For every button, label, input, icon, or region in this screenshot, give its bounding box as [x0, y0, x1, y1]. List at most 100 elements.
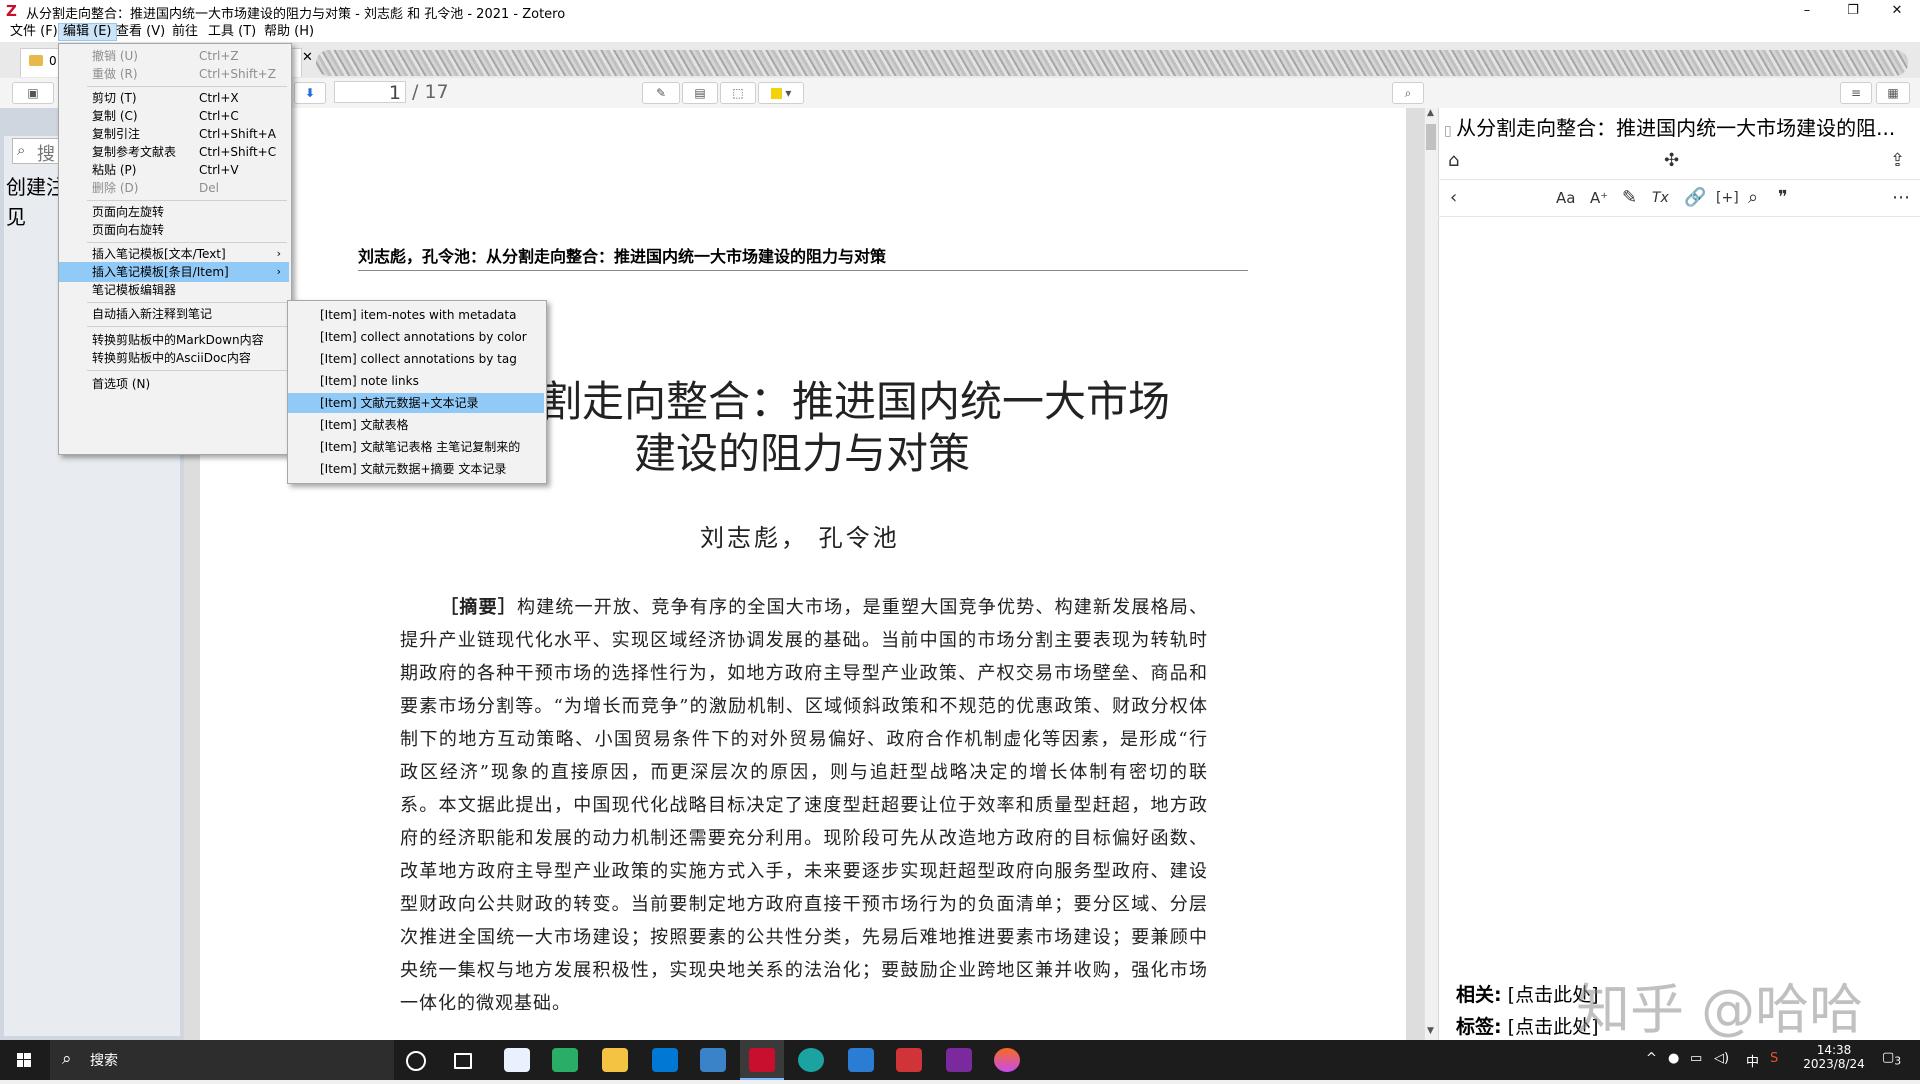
volume-icon[interactable]: ◁) — [1714, 1051, 1729, 1066]
minimize-button[interactable]: – — [1784, 0, 1830, 22]
store-icon[interactable] — [652, 1048, 678, 1072]
text-format-icon[interactable]: Aa — [1556, 188, 1575, 208]
submenu-item[interactable]: [Item] note links — [288, 371, 544, 391]
menu-view[interactable]: 查看 (V) — [112, 24, 169, 40]
clear-format-icon[interactable]: Tx — [1652, 188, 1669, 208]
highlight-icon[interactable]: ✎ — [1622, 188, 1637, 208]
mindmap-icon[interactable]: ✣ — [1664, 151, 1679, 171]
context-pane-icon[interactable]: ≡ — [1840, 82, 1872, 104]
submenu-item[interactable]: [Item] 文献笔记表格 主笔记复制来的 — [288, 437, 544, 457]
scroll-up-icon[interactable]: ▲ — [1427, 108, 1434, 118]
share-icon[interactable]: ⇪ — [1890, 151, 1905, 171]
hint-line-2: 见 — [6, 205, 26, 229]
highlight-tool-icon[interactable]: ✎ — [642, 82, 680, 104]
home-icon[interactable]: ⌂ — [1448, 151, 1459, 171]
wechat-tray-icon[interactable]: ● — [1668, 1051, 1679, 1066]
menu-copy[interactable]: 复制 (C) Ctrl+C — [59, 106, 289, 126]
menu-redo[interactable]: 重做 (R) Ctrl+Shift+Z — [59, 64, 289, 84]
link-icon[interactable]: 🔗 — [1684, 188, 1706, 208]
menu-template-editor[interactable]: 笔记模板编辑器 — [59, 280, 289, 300]
wps-icon[interactable] — [896, 1048, 922, 1072]
toggle-sidebar-icon[interactable]: ▣ — [12, 82, 54, 104]
app-icon[interactable] — [700, 1048, 726, 1072]
menu-copy-citation[interactable]: 复制引注 Ctrl+Shift+A — [59, 124, 289, 144]
zotero-taskbar-button[interactable] — [740, 1040, 784, 1080]
header-rule — [358, 270, 1248, 271]
pen-app-icon[interactable] — [946, 1048, 972, 1072]
folder-icon — [29, 55, 43, 66]
menu-cut[interactable]: 剪切 (T) Ctrl+X — [59, 88, 289, 108]
notes-pane-icon[interactable]: ▦ — [1876, 82, 1910, 104]
search-icon: ⌕ — [62, 1049, 72, 1069]
hint-line-1: 创建注 — [6, 175, 60, 199]
file-explorer-icon[interactable] — [602, 1048, 628, 1072]
tray-expand-icon[interactable]: ^ — [1646, 1051, 1657, 1066]
menu-separator — [87, 302, 287, 303]
menu-insert-item-template[interactable]: 插入笔记模板[条目/Item] › — [59, 262, 289, 282]
menu-convert-markdown[interactable]: 转换剪贴板中的MarkDown内容 — [59, 330, 289, 350]
font-size-icon[interactable]: A⁺ — [1590, 188, 1608, 208]
submenu-item[interactable]: [Item] 文献表格 — [288, 415, 544, 435]
menu-insert-text-template[interactable]: 插入笔记模板[文本/Text] › — [59, 244, 289, 264]
submenu-item[interactable]: [Item] collect annotations by color — [288, 327, 544, 347]
watermark: 知乎 @哈哈 — [1576, 978, 1864, 1041]
menu-help[interactable]: 帮助 (H) — [260, 24, 318, 40]
pdf-scrollbar[interactable]: ▲ ▼ — [1424, 108, 1439, 1040]
browser-icon[interactable] — [994, 1048, 1020, 1072]
pdf-scrollbar-thumb[interactable] — [1426, 124, 1436, 150]
wechat-icon[interactable] — [552, 1048, 578, 1072]
network-icon[interactable]: ▭ — [1690, 1051, 1702, 1066]
submenu-item[interactable]: [Item] item-notes with metadata — [288, 305, 544, 325]
submenu-item-selected[interactable]: [Item] 文献元数据+文本记录 — [288, 393, 544, 413]
more-icon[interactable]: ⋯ — [1892, 188, 1910, 208]
cortana-icon[interactable] — [406, 1051, 426, 1071]
ime-indicator[interactable]: 中 — [1746, 1051, 1759, 1070]
note-tool-icon[interactable]: ▤ — [682, 82, 718, 104]
menu-rotate-left[interactable]: 页面向左旋转 — [59, 202, 289, 222]
menu-rotate-right[interactable]: 页面向右旋转 — [59, 220, 289, 240]
menu-edit[interactable]: 编辑 (E) — [58, 23, 117, 41]
start-button[interactable] — [0, 1040, 48, 1080]
find-icon[interactable]: ⌕ — [1392, 82, 1424, 104]
quote-icon[interactable]: ❞ — [1778, 188, 1788, 208]
insert-citation-icon[interactable]: [+] — [1716, 188, 1739, 208]
clock[interactable]: 14:38 2023/8/24 — [1800, 1043, 1868, 1071]
page-total: / 17 — [412, 81, 449, 103]
scroll-down-icon[interactable]: ▼ — [1427, 1026, 1434, 1036]
todo-icon[interactable] — [848, 1048, 874, 1072]
menu-delete[interactable]: 删除 (D) Del — [59, 178, 289, 198]
menu-bar: 文件 (F) 编辑 (E) 查看 (V) 前往 工具 (T) 帮助 (H) — [0, 22, 1920, 43]
find-in-note-icon[interactable]: ⌕ — [1748, 188, 1758, 208]
sidebar-search-input[interactable]: ⌕ 搜 — [12, 138, 62, 165]
menu-convert-asciidoc[interactable]: 转换剪贴板中的AsciiDoc内容 — [59, 348, 289, 368]
tab-close-icon[interactable]: ✕ — [302, 50, 313, 65]
menu-tools[interactable]: 工具 (T) — [204, 24, 260, 40]
edge-icon[interactable] — [798, 1048, 824, 1072]
menu-separator — [87, 370, 287, 371]
menu-go[interactable]: 前往 — [168, 24, 202, 40]
notification-icon[interactable]: ▢3 — [1882, 1050, 1901, 1068]
menu-auto-insert-annotations[interactable]: 自动插入新注释到笔记 — [59, 304, 289, 324]
back-icon[interactable]: ‹ — [1450, 188, 1457, 208]
tray-app-icon[interactable]: S — [1770, 1051, 1778, 1066]
file-app-icon[interactable] — [504, 1048, 530, 1072]
color-picker-icon[interactable]: ▾ — [758, 82, 804, 104]
menu-file[interactable]: 文件 (F) — [6, 24, 62, 40]
area-tool-icon[interactable]: ⬚ — [720, 82, 756, 104]
restore-button[interactable]: ❐ — [1830, 0, 1876, 22]
menu-preferences[interactable]: 首选项 (N) — [59, 374, 289, 394]
taskbar-search[interactable]: ⌕ 搜索 — [50, 1040, 394, 1080]
menu-undo[interactable]: 撤销 (U) Ctrl+Z — [59, 46, 289, 66]
note-format-toolbar: ‹ Aa A⁺ ✎ Tx 🔗 [+] ⌕ ❞ ⋯ — [1438, 180, 1920, 217]
task-view-icon[interactable] — [454, 1053, 472, 1069]
submenu-item[interactable]: [Item] 文献元数据+摘要 文本记录 — [288, 459, 544, 479]
submenu-item[interactable]: [Item] collect annotations by tag — [288, 349, 544, 369]
menu-paste[interactable]: 粘贴 (P) Ctrl+V — [59, 160, 289, 180]
next-page-icon[interactable]: ⬇ — [294, 82, 326, 104]
note-title: ▯ 从分割走向整合：推进国内统一大市场建设的阻... — [1444, 112, 1914, 141]
close-button[interactable]: ✕ — [1874, 0, 1920, 22]
page-number-input[interactable]: 1 — [334, 81, 406, 104]
menu-copy-bibliography[interactable]: 复制参考文献表 Ctrl+Shift+C — [59, 142, 289, 162]
search-placeholder: 搜 — [37, 144, 55, 165]
tab-library-label: 0 — [49, 54, 57, 68]
